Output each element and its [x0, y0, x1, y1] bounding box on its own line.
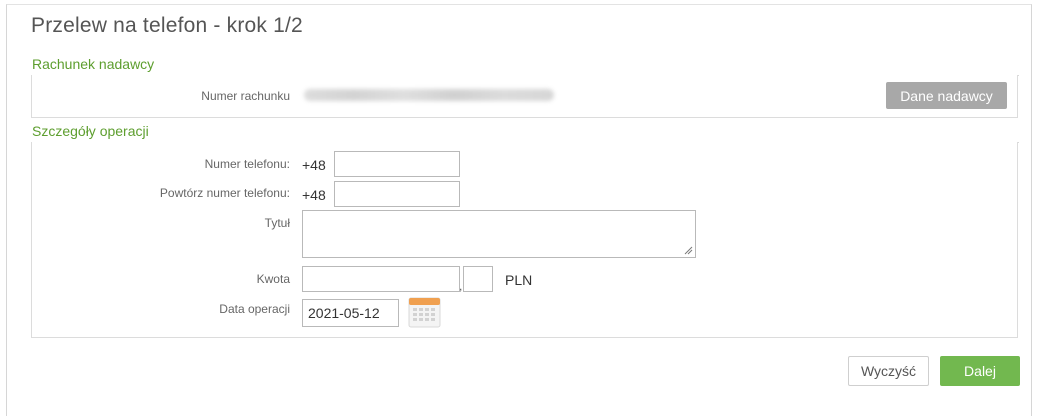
phone-number-label: Numer telefonu: — [204, 157, 290, 171]
amount-whole-input[interactable] — [302, 266, 460, 292]
repeat-phone-number-input[interactable] — [334, 181, 460, 207]
currency-label: PLN — [505, 272, 533, 288]
operation-date-label: Data operacji — [219, 302, 290, 316]
account-number-value-blurred — [304, 89, 554, 101]
phone-prefix: +48 — [302, 157, 326, 173]
amount-label: Kwota — [256, 272, 290, 286]
amount-cents-input[interactable] — [463, 266, 493, 292]
account-number-label: Numer rachunku — [201, 89, 290, 103]
transfer-title-label: Tytuł — [264, 216, 290, 230]
amount-decimal-separator: , — [459, 279, 463, 293]
calendar-icon[interactable] — [408, 297, 441, 328]
page-title: Przelew na telefon - krok 1/2 — [31, 14, 303, 37]
sender-section-title: Rachunek nadawcy — [32, 56, 155, 72]
phone-number-input[interactable] — [334, 151, 460, 177]
resize-grip-icon[interactable] — [684, 246, 693, 255]
operation-date-input[interactable] — [302, 299, 399, 327]
next-button[interactable]: Dalej — [940, 356, 1020, 386]
repeat-phone-prefix: +48 — [302, 187, 326, 203]
operation-details-section-title: Szczegóły operacji — [32, 123, 149, 139]
sender-details-button[interactable]: Dane nadawcy — [886, 82, 1007, 109]
transfer-title-textarea[interactable] — [302, 210, 696, 258]
repeat-phone-number-label: Powtórz numer telefonu: — [159, 186, 290, 200]
clear-button[interactable]: Wyczyść — [848, 356, 929, 386]
